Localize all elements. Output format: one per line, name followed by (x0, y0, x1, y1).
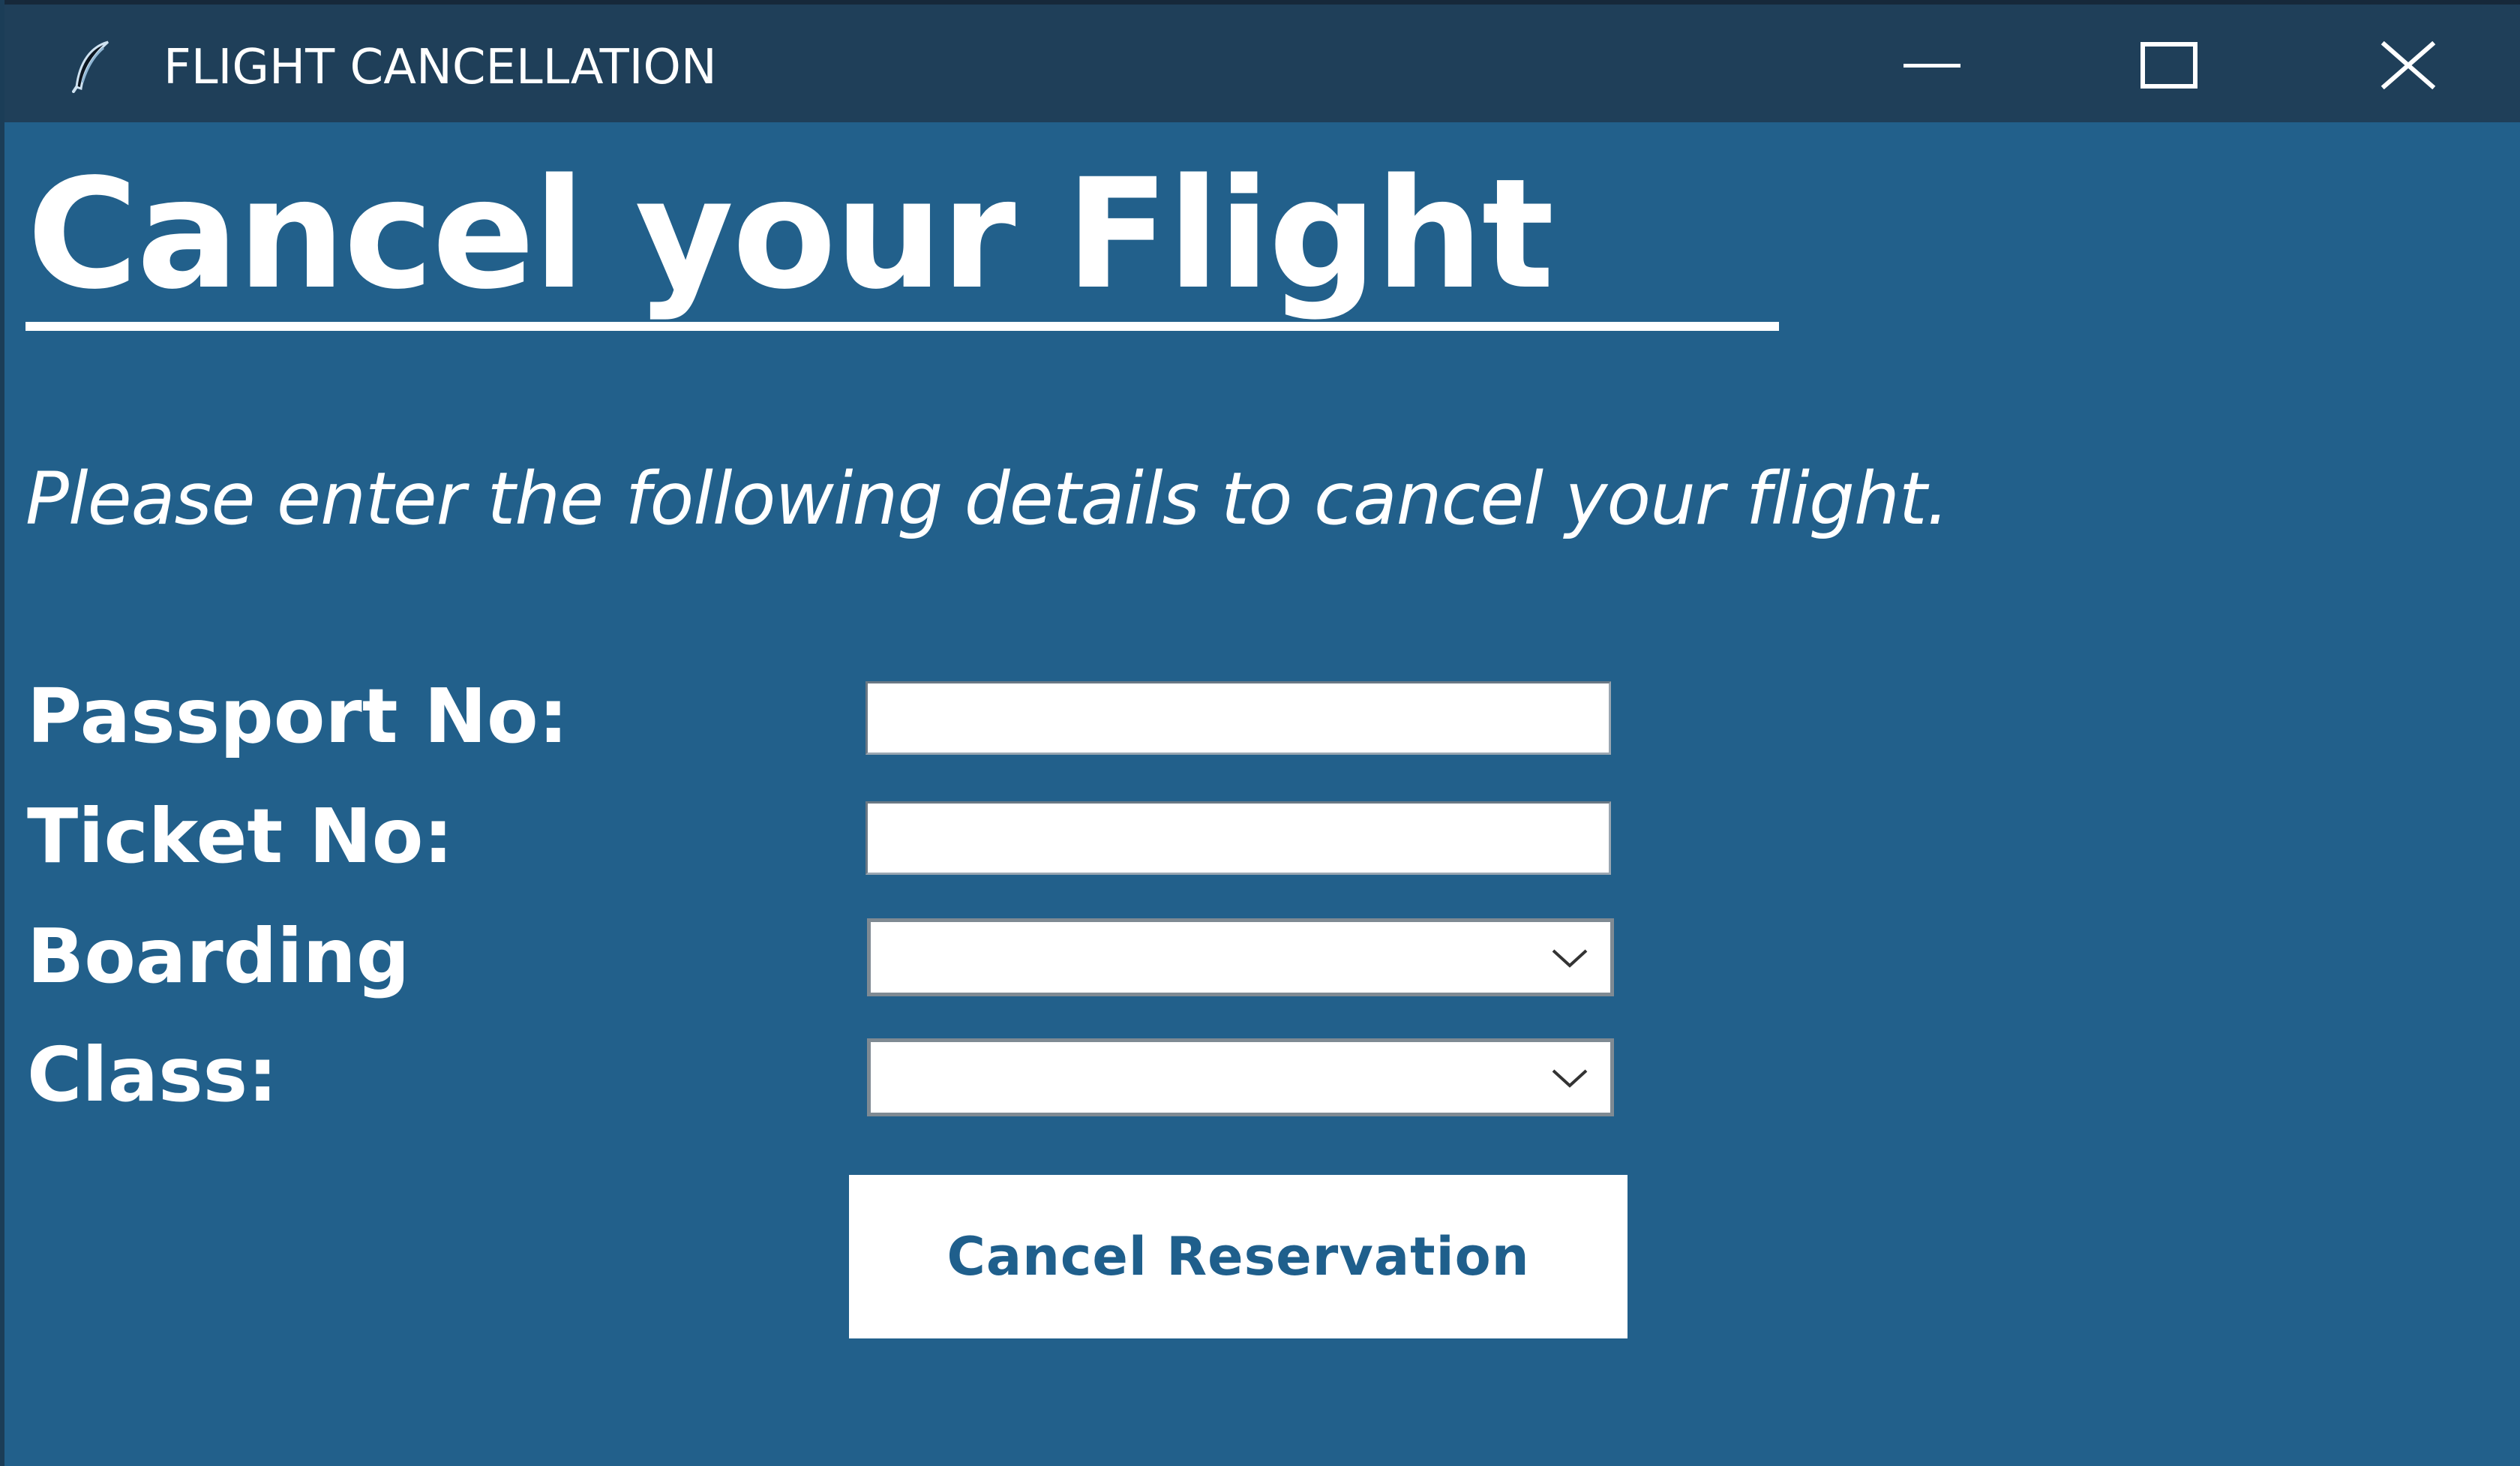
title-bar[interactable]: FLIGHT CANCELLATION (4, 0, 2520, 122)
instructions-text: Please enter the following details to ca… (26, 457, 1949, 541)
passport-label: Passport No: (27, 672, 568, 760)
window-title: FLIGHT CANCELLATION (164, 40, 717, 95)
class-label: Class: (27, 1031, 278, 1119)
feather-icon (72, 41, 110, 93)
page-heading: Cancel your Flight (27, 146, 1554, 323)
boarding-label: Boarding (27, 912, 410, 1000)
ticket-input[interactable] (866, 801, 1611, 875)
heading-underline (26, 322, 1779, 331)
maximize-button[interactable] (2056, 9, 2282, 122)
maximize-icon (2140, 42, 2198, 89)
close-icon (2380, 41, 2436, 89)
minimize-button[interactable] (1820, 9, 2044, 122)
close-button[interactable] (2296, 9, 2520, 122)
minimize-icon (1904, 64, 1960, 68)
cancel-reservation-button[interactable]: Cancel Reservation (849, 1175, 1628, 1338)
chevron-down-icon[interactable] (1549, 943, 1591, 973)
ticket-label: Ticket No: (27, 792, 454, 880)
chevron-down-icon[interactable] (1549, 1063, 1591, 1093)
boarding-select[interactable] (867, 918, 1614, 996)
app-window: FLIGHT CANCELLATION Cancel your Flight P… (0, 0, 2520, 1466)
passport-input[interactable] (866, 681, 1611, 755)
class-select[interactable] (867, 1038, 1614, 1116)
